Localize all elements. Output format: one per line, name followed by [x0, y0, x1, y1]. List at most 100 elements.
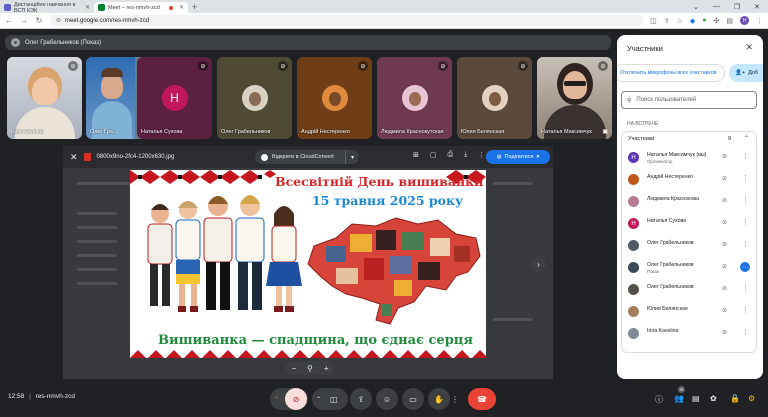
- browser-tab-active[interactable]: Meet – res-nmvh-zcd ✕: [94, 2, 188, 13]
- add-people-button[interactable]: 👤+ Доб: [729, 64, 763, 82]
- forward-icon[interactable]: →: [20, 16, 28, 25]
- mute-all-button[interactable]: Отключить микрофоны всех участников: [617, 64, 725, 82]
- mic-off-icon: ⊘: [68, 61, 78, 71]
- more-icon[interactable]: ⋮: [742, 152, 749, 160]
- zoom-icon[interactable]: ⚲: [307, 364, 313, 373]
- close-tab-icon[interactable]: ✕: [85, 4, 90, 11]
- site-info-icon[interactable]: ⊜: [56, 17, 61, 24]
- participant-tile[interactable]: ⊘ Людмила Краснокутская: [377, 57, 452, 139]
- participant-row[interactable]: Олег Грабельников ⊘ ⋮: [628, 238, 754, 254]
- info-icon[interactable]: ⓘ: [655, 394, 663, 405]
- reload-icon[interactable]: ↻: [35, 16, 43, 25]
- zoom-in-icon[interactable]: +: [324, 364, 329, 373]
- next-image-button[interactable]: ›: [531, 257, 546, 272]
- participant-tile[interactable]: ⊘ Андрій Нестеренко: [297, 57, 372, 139]
- chevron-up-icon[interactable]: ⌃: [744, 135, 749, 142]
- browser-tab[interactable]: Дистанційне навчання в ВСП КЭК ✕: [0, 2, 94, 14]
- meeting-controls-bar: 12:58 | res-nmvh-zcd ⌃ ⊘ ⌃ ◫ ⇪ ☺ ▭ ✋ ⋮ ☎…: [0, 383, 768, 417]
- maximize-icon[interactable]: ❐: [734, 3, 740, 11]
- participant-row[interactable]: Юлия Белянская ⊘ ⋮: [628, 304, 754, 320]
- participant-tile[interactable]: ⊘ Наталья Максимчук ▣: [537, 57, 612, 139]
- raise-hand-button[interactable]: ✋: [428, 388, 450, 410]
- more-icon[interactable]: ⋮: [742, 218, 749, 226]
- participant-row[interactable]: Олег Грабельников ⊘ ⋮: [628, 282, 754, 298]
- menu-icon[interactable]: ⋮: [756, 17, 763, 25]
- reactions-button[interactable]: ☺: [376, 388, 398, 410]
- more-icon[interactable]: ⋮: [742, 328, 749, 336]
- share-icon[interactable]: ⇪: [664, 17, 670, 25]
- add-label: Доб: [748, 70, 759, 76]
- embroidery-border-bottom: [130, 347, 486, 358]
- tile-name: Андрій Нестеренко: [301, 129, 350, 135]
- tab-search-icon[interactable]: ⌄: [693, 3, 699, 11]
- captions-button[interactable]: ▭: [402, 388, 424, 410]
- mic-off-icon: ⊘: [722, 264, 728, 270]
- participant-row[interactable]: Н Наталья Сухова ⊘ ⋮: [628, 216, 754, 232]
- mic-options-icon[interactable]: ⌃: [274, 396, 279, 403]
- more-options-button[interactable]: ⋮: [448, 388, 462, 410]
- more-icon[interactable]: ⋮: [478, 151, 485, 159]
- tile-name: Олег Гра...: [90, 129, 118, 135]
- share-button[interactable]: ◍ Поділитися ▾: [486, 150, 550, 164]
- download-icon[interactable]: ⤓: [464, 151, 467, 159]
- participant-row[interactable]: Людмила Краснокова ⊘ ⋮: [628, 194, 754, 210]
- more-icon[interactable]: ⋮: [742, 196, 749, 204]
- extension-icon[interactable]: ◆: [690, 17, 695, 25]
- participant-row[interactable]: Андрій Нестеренко ⊘ ⋮: [628, 172, 754, 188]
- host-controls-icon[interactable]: ⚙: [748, 394, 755, 403]
- chat-icon[interactable]: ▤: [692, 394, 700, 403]
- participant-tile[interactable]: ⊘ Irina Kavelina: [7, 57, 82, 139]
- participant-row[interactable]: Н Наталья Максимчук (вы) Организатор ⊘ ⋮: [628, 150, 754, 166]
- extension-icon[interactable]: ●: [702, 17, 706, 24]
- profile-avatar[interactable]: H: [740, 16, 749, 25]
- more-icon[interactable]: ⋮: [742, 284, 749, 292]
- pip-icon[interactable]: ▣: [602, 128, 608, 135]
- mic-toggle-button[interactable]: ⊘: [285, 388, 307, 410]
- leave-call-button[interactable]: ☎: [468, 388, 496, 410]
- url-input[interactable]: ⊜ meet.google.com/res-nmvh-zcd: [50, 15, 644, 26]
- list-header[interactable]: Участники: [628, 136, 654, 142]
- close-window-icon[interactable]: ✕: [754, 3, 760, 11]
- add-to-drive-icon[interactable]: ⊞: [413, 151, 419, 159]
- people-icon[interactable]: 👥: [674, 394, 684, 403]
- mic-off-icon: ⊘: [722, 198, 728, 204]
- puzzle-icon[interactable]: ✣: [714, 17, 720, 25]
- lock-icon[interactable]: 🔒: [730, 394, 740, 403]
- participant-name: Олег Грабельников: [647, 262, 694, 268]
- camera-icon[interactable]: ◫: [650, 17, 657, 25]
- participant-row[interactable]: Irina Kavelina ⊘ ⋮: [628, 326, 754, 342]
- present-button[interactable]: ⇪: [350, 388, 372, 410]
- more-icon[interactable]: ⋯: [740, 262, 750, 272]
- close-panel-icon[interactable]: ✕: [745, 42, 753, 53]
- open-with-dropdown[interactable]: ▾: [345, 150, 359, 164]
- more-icon[interactable]: ⋮: [742, 174, 749, 182]
- more-icon[interactable]: ⋮: [742, 306, 749, 314]
- activities-icon[interactable]: ✿: [710, 394, 717, 403]
- close-viewer-icon[interactable]: ✕: [70, 152, 78, 163]
- back-icon[interactable]: ←: [5, 16, 13, 25]
- participant-tile[interactable]: ⊘ Юлия Белянская: [457, 57, 532, 139]
- more-icon[interactable]: ⋮: [742, 240, 749, 248]
- extensions-area: ◫ ⇪ ☆ ◆ ● ✣ ▤ H ⋮: [650, 16, 763, 25]
- avatar-photo: [401, 85, 428, 111]
- sidepanel-icon[interactable]: ▤: [726, 17, 733, 25]
- comment-icon[interactable]: ▢: [430, 151, 437, 159]
- zoom-out-icon[interactable]: −: [291, 364, 296, 373]
- print-icon[interactable]: ⎙: [448, 151, 454, 159]
- camera-options-icon[interactable]: ⌃: [316, 396, 321, 403]
- presenter-bar: ● Олег Грабельников (Показ): [5, 35, 611, 50]
- search-input[interactable]: ⚲ Поиск пользователей: [621, 91, 757, 109]
- close-tab-icon[interactable]: ✕: [179, 4, 184, 11]
- new-tab-button[interactable]: +: [192, 2, 197, 13]
- avatar-photo: [481, 85, 508, 111]
- minimize-icon[interactable]: —: [713, 3, 720, 11]
- camera-toggle-button[interactable]: ◫: [330, 395, 338, 404]
- viewer-icons: ⊞ ▢ ⎙ ⤓ ⋮: [413, 151, 485, 159]
- bookmark-star-icon[interactable]: ☆: [677, 17, 683, 25]
- participant-tile[interactable]: ⊘ Олег Грабельников: [217, 57, 292, 139]
- participant-row[interactable]: Олег Грабельников Показ ⊘ ⋯: [628, 260, 754, 276]
- participant-name: Людмила Краснокова: [647, 196, 699, 202]
- participant-tile[interactable]: Н ⊘ Наталья Сухова: [137, 57, 212, 139]
- open-with-button[interactable]: Відкрити в CloudConvert: [255, 150, 359, 164]
- section-label: НА ВСТРЕЧЕ: [627, 121, 659, 127]
